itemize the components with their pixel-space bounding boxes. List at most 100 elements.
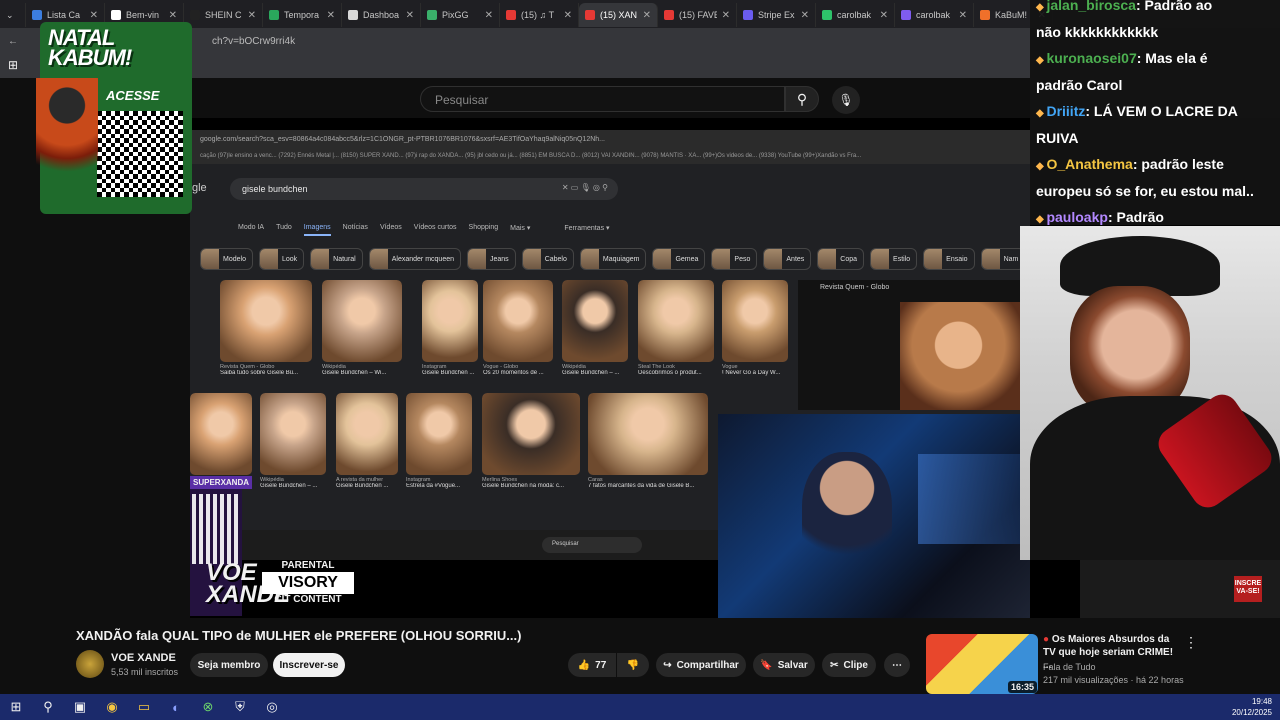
streamer-webcam-1 bbox=[718, 414, 1030, 618]
tab-list-button[interactable]: ⌄ bbox=[0, 3, 26, 27]
clip-button[interactable]: ✂ Clipe bbox=[822, 653, 876, 677]
superxanda-qr bbox=[192, 494, 238, 564]
apps-grid-icon[interactable]: ⊞ bbox=[8, 58, 18, 72]
voice-search-button[interactable]: 🎙 bbox=[832, 86, 860, 114]
browser-tab[interactable]: PixGG ✕ bbox=[421, 3, 500, 27]
windows-taskbar: ⊞ ⚲ ▣ ◉ ▭ ◐ ⊗ ⛨ ◎ 19:48 20/12/2025 bbox=[0, 694, 1280, 720]
image-title: Gisele Bündchen ... bbox=[422, 370, 475, 376]
close-icon[interactable]: ✕ bbox=[959, 10, 967, 21]
image-result: Merlina Shoes Gisele Bündchen na moda: c.… bbox=[482, 393, 580, 489]
search-input[interactable]: Pesquisar bbox=[420, 86, 785, 112]
search-icon[interactable]: ⚲ bbox=[32, 694, 64, 720]
capture-taskbar-search: Pesquisar bbox=[542, 537, 642, 553]
close-icon[interactable]: ✕ bbox=[643, 10, 651, 21]
chrome-icon[interactable]: ◉ bbox=[96, 694, 128, 720]
close-icon[interactable]: ✕ bbox=[801, 10, 809, 21]
close-icon[interactable]: ✕ bbox=[327, 10, 335, 21]
google-nav-tab: Notícias bbox=[342, 224, 368, 231]
browser-tab[interactable]: SHEIN C ✕ bbox=[184, 3, 263, 27]
discord-icon[interactable]: ◐ bbox=[160, 694, 192, 720]
tab-favicon-icon bbox=[190, 10, 200, 20]
google-chip: Jeans bbox=[467, 248, 516, 270]
image-result: Globo bbox=[190, 393, 252, 483]
browser-tab[interactable]: carolbak ✕ bbox=[895, 3, 974, 27]
join-button[interactable]: Seja membro bbox=[190, 653, 268, 677]
google-logo: gle bbox=[192, 182, 207, 194]
subscribe-button[interactable]: Inscrever-se bbox=[273, 653, 345, 677]
tab-favicon-icon bbox=[980, 10, 990, 20]
suggested-meta: 217 mil visualizações · há 22 horas bbox=[1043, 675, 1184, 685]
chip-label: Peso bbox=[734, 255, 751, 263]
image-thumbnail bbox=[722, 280, 788, 362]
image-title: Saiba tudo sobre Gisele Bü... bbox=[220, 370, 299, 376]
chip-thumbnail bbox=[818, 249, 837, 269]
kabum-mascot bbox=[36, 78, 98, 188]
chat-badge-icon: ◆ bbox=[1036, 161, 1047, 172]
image-result: Caras 7 fatos marcantes da vida de Gisele… bbox=[588, 393, 708, 489]
tab-label: Stripe Ex bbox=[758, 10, 795, 20]
close-icon[interactable]: ✕ bbox=[248, 10, 256, 21]
close-icon[interactable]: ✕ bbox=[564, 10, 572, 21]
like-count: 77 bbox=[595, 659, 607, 671]
xbox-icon[interactable]: ⊗ bbox=[192, 694, 224, 720]
parental-advisory-badge: PARENTAL VISORY CIT CONTENT bbox=[262, 560, 354, 606]
close-icon[interactable]: ✕ bbox=[169, 10, 177, 21]
close-icon[interactable]: ✕ bbox=[880, 10, 888, 21]
close-icon[interactable]: ✕ bbox=[406, 10, 414, 21]
shield-icon[interactable]: ⛨ bbox=[224, 694, 256, 720]
close-icon[interactable]: ✕ bbox=[485, 10, 493, 21]
browser-tab[interactable]: Stripe Ex ✕ bbox=[737, 3, 816, 27]
image-thumbnail bbox=[336, 393, 398, 475]
close-icon[interactable]: ✕ bbox=[90, 10, 98, 21]
chip-label: Look bbox=[281, 255, 298, 263]
back-arrow-icon[interactable]: ← bbox=[8, 36, 18, 47]
search-icon: ⚲ bbox=[796, 90, 808, 107]
google-chip: Antes bbox=[763, 248, 812, 270]
suggested-channel[interactable]: Fala de Tudo bbox=[1043, 662, 1096, 672]
image-thumbnail bbox=[406, 393, 472, 475]
image-thumbnail bbox=[482, 393, 580, 475]
channel-avatar[interactable] bbox=[76, 650, 104, 678]
windows-start-icon[interactable]: ⊞ bbox=[0, 694, 32, 720]
task-view-icon[interactable]: ▣ bbox=[64, 694, 96, 720]
obs-icon[interactable]: ◎ bbox=[256, 694, 288, 720]
chat-text: : Mas ela é bbox=[1136, 50, 1208, 66]
image-title: I Never Go a Day W... bbox=[722, 370, 781, 376]
suggested-more-icon[interactable]: ⋮ bbox=[1184, 634, 1198, 651]
share-button[interactable]: ↪ Compartilhar bbox=[656, 653, 746, 677]
chat-text: RUIVA bbox=[1036, 129, 1079, 146]
dislike-button[interactable]: 👎 bbox=[617, 653, 649, 677]
save-button[interactable]: 🔖 Salvar bbox=[753, 653, 815, 677]
chip-label: Cabelo bbox=[544, 255, 567, 263]
browser-tab[interactable]: Tempora ✕ bbox=[263, 3, 342, 27]
channel-name[interactable]: VOE XANDE bbox=[111, 652, 176, 664]
browser-tab[interactable]: (15) XAN ✕ bbox=[579, 3, 658, 27]
chat-message: ◆ Driiitz: LÁ VEM O LACRE DA bbox=[1036, 102, 1238, 123]
tab-favicon-icon bbox=[822, 10, 832, 20]
more-actions-button[interactable]: ⋯ bbox=[884, 653, 910, 677]
tab-favicon-icon bbox=[901, 10, 911, 20]
file-explorer-icon[interactable]: ▭ bbox=[128, 694, 160, 720]
browser-tab[interactable]: (15) FAVE ✕ bbox=[658, 3, 737, 27]
chat-username: O_Anathema bbox=[1046, 156, 1133, 172]
image-thumbnail bbox=[483, 280, 553, 362]
tab-label: Tempora bbox=[284, 10, 320, 20]
search-button[interactable]: ⚲ bbox=[785, 86, 819, 112]
streamer-figure bbox=[802, 452, 892, 572]
chat-text: : Padrão ao bbox=[1135, 0, 1213, 13]
google-chip: Copa bbox=[817, 248, 865, 270]
image-thumbnail bbox=[638, 280, 714, 362]
close-icon[interactable]: ✕ bbox=[722, 10, 730, 21]
browser-tab[interactable]: (15) ♫ T ✕ bbox=[500, 3, 579, 27]
google-nav-tab: Tudo bbox=[276, 224, 292, 231]
tab-label: (15) ♫ T bbox=[521, 10, 555, 20]
capture-address-bar: google.com/search?sca_esv=80864a4c084abc… bbox=[190, 130, 1030, 150]
like-button[interactable]: 👍 77 bbox=[568, 653, 616, 677]
browser-tab[interactable]: carolbak ✕ bbox=[816, 3, 895, 27]
image-title: Descobrimos o produt... bbox=[638, 370, 702, 376]
clip-label: Clipe bbox=[843, 659, 868, 671]
browser-tab[interactable]: Dashboa ✕ bbox=[342, 3, 421, 27]
image-result: Instagram Gisele Bündchen ... bbox=[422, 280, 478, 376]
url-text[interactable]: ch?v=bOCrw9rri4k bbox=[212, 36, 295, 47]
system-clock[interactable]: 19:48 20/12/2025 bbox=[1232, 696, 1272, 718]
